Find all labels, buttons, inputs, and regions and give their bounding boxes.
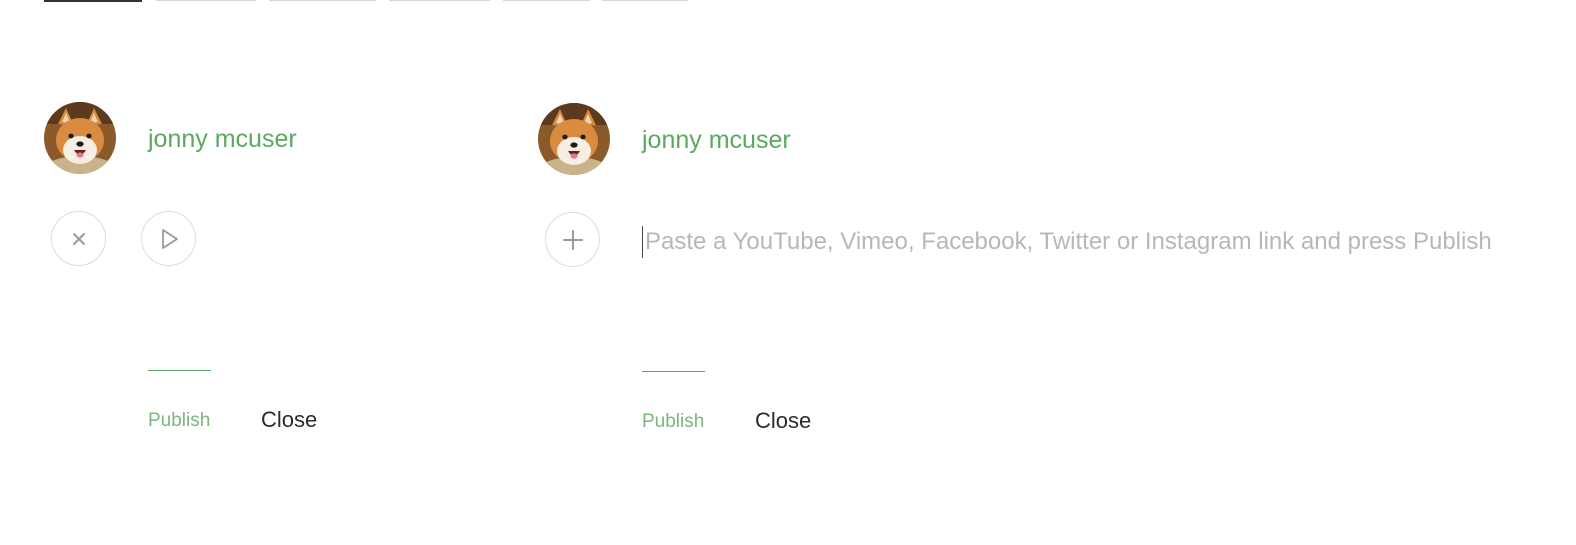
user-name[interactable]: jonny mcuser (642, 125, 791, 155)
discard-button[interactable] (51, 211, 106, 266)
play-button[interactable] (141, 211, 196, 266)
close-button[interactable]: Close (755, 408, 811, 434)
tab-6[interactable] (602, 0, 688, 1)
publish-button[interactable]: Publish (148, 409, 210, 433)
add-media-button[interactable] (545, 212, 600, 267)
publish-button[interactable]: Publish (642, 410, 704, 434)
close-button[interactable]: Close (261, 407, 317, 433)
tab-2[interactable] (156, 0, 256, 1)
tab-3[interactable] (269, 0, 376, 1)
shiba-dog-avatar-icon (538, 103, 610, 175)
tab-5[interactable] (503, 0, 590, 1)
shiba-dog-avatar-icon (44, 102, 116, 174)
media-link-input[interactable] (642, 226, 1545, 258)
avatar (538, 103, 610, 175)
divider (642, 371, 705, 372)
avatar (44, 102, 116, 174)
divider (148, 370, 211, 371)
user-name[interactable]: jonny mcuser (148, 124, 297, 154)
plus-icon (562, 229, 583, 250)
tab-1[interactable] (44, 0, 142, 2)
play-icon (161, 228, 178, 249)
tab-strip (0, 0, 700, 2)
close-icon (72, 232, 85, 245)
tab-4[interactable] (389, 0, 490, 1)
